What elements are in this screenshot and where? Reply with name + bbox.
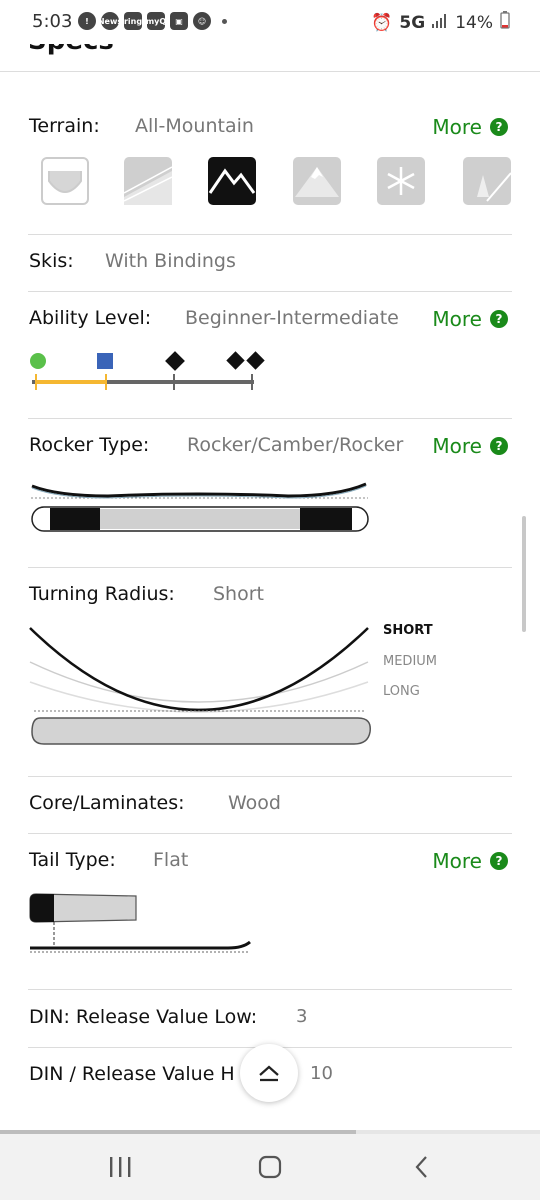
terrain-more-link[interactable]: More ?	[432, 115, 508, 139]
battery-icon	[500, 11, 510, 34]
alarm-icon: ⏰	[371, 12, 393, 33]
ability-label: Ability Level:	[29, 307, 152, 329]
system-nav-bar	[0, 1134, 540, 1200]
help-icon: ?	[490, 852, 508, 870]
intermediate-square-icon	[97, 353, 113, 369]
status-bar: 5:03 ! News ring myQ ▣ ☺ ⏰ 5G 14%	[0, 0, 540, 44]
rocker-more-link[interactable]: More ?	[432, 434, 508, 458]
divider	[28, 291, 512, 292]
gallery-icon: ▣	[170, 12, 188, 30]
page-title: Specs	[28, 44, 114, 56]
turning-radius-diagram	[29, 627, 371, 745]
chevron-up-icon	[259, 1065, 279, 1082]
more-notifications-dot	[222, 18, 227, 24]
turning-radius-label: Turning Radius:	[29, 583, 175, 605]
network-type: 5G	[399, 12, 426, 33]
divider	[28, 776, 512, 777]
core-value: Wood	[228, 792, 281, 814]
tail-more-link[interactable]: More ?	[432, 849, 508, 873]
divider	[28, 989, 512, 990]
scrollbar-thumb[interactable]	[522, 516, 526, 632]
page-header: Specs	[0, 44, 540, 72]
expert-diamond-icon	[246, 351, 265, 370]
advanced-diamond-icon	[165, 351, 185, 371]
terrain-value: All-Mountain	[135, 115, 254, 137]
alert-icon: !	[78, 12, 96, 30]
status-time: 5:03	[32, 11, 73, 32]
terrain-powder-icon	[377, 157, 425, 205]
ability-value: Beginner-Intermediate	[185, 307, 399, 329]
skis-value: With Bindings	[105, 250, 236, 272]
din-low-value: 3	[296, 1006, 308, 1027]
tail-type-value: Flat	[153, 849, 189, 871]
terrain-backcountry-icon	[463, 157, 511, 205]
rocker-profile-diagram	[31, 482, 369, 532]
din-high-label: DIN / Release Value H	[29, 1063, 235, 1085]
recent-apps-button[interactable]	[100, 1152, 140, 1182]
help-icon: ?	[490, 437, 508, 455]
home-icon	[258, 1155, 282, 1179]
skis-label: Skis:	[29, 250, 74, 272]
legend-short: SHORT	[383, 623, 433, 638]
terrain-label: Terrain:	[29, 115, 100, 137]
divider	[28, 418, 512, 419]
expert-diamond-icon	[226, 351, 245, 370]
beginner-circle-icon	[30, 353, 46, 369]
terrain-all-mountain-icon[interactable]	[208, 157, 256, 205]
tail-type-label: Tail Type:	[29, 849, 116, 871]
scroll-to-top-button[interactable]	[240, 1044, 298, 1102]
back-button[interactable]	[402, 1152, 442, 1182]
tail-profile-diagram	[29, 893, 251, 953]
more-label: More	[432, 849, 482, 873]
turning-radius-value: Short	[213, 583, 264, 605]
status-right: ⏰ 5G 14%	[371, 11, 510, 34]
signal-icon	[432, 13, 448, 33]
help-icon: ?	[490, 310, 508, 328]
din-high-value: 10	[310, 1063, 333, 1084]
divider	[28, 234, 512, 235]
face-icon: ☺	[193, 12, 211, 30]
news-icon: News	[98, 12, 122, 30]
legend-medium: MEDIUM	[383, 654, 438, 669]
help-icon: ?	[490, 118, 508, 136]
rocker-value: Rocker/Camber/Rocker	[187, 434, 404, 456]
din-low-label: DIN: Release Value Low:	[29, 1006, 258, 1028]
terrain-park-icon	[41, 157, 89, 205]
more-label: More	[432, 434, 482, 458]
terrain-groomers-icon	[124, 157, 172, 205]
rocker-label: Rocker Type:	[29, 434, 150, 456]
core-label: Core/Laminates:	[29, 792, 185, 814]
myq-icon: myQ	[146, 12, 166, 30]
ability-more-link[interactable]: More ?	[432, 307, 508, 331]
home-button[interactable]	[250, 1152, 290, 1182]
more-label: More	[432, 307, 482, 331]
more-label: More	[432, 115, 482, 139]
recent-apps-icon	[110, 1157, 131, 1177]
legend-long: LONG	[383, 684, 420, 699]
back-icon	[415, 1156, 427, 1178]
terrain-big-mountain-icon	[293, 157, 341, 205]
divider	[28, 567, 512, 568]
ring-icon: ring	[124, 12, 142, 30]
notification-icons: ! News ring myQ ▣ ☺	[78, 12, 227, 30]
divider	[28, 833, 512, 834]
ability-level-scale	[30, 351, 265, 390]
battery-percent: 14%	[455, 12, 493, 33]
